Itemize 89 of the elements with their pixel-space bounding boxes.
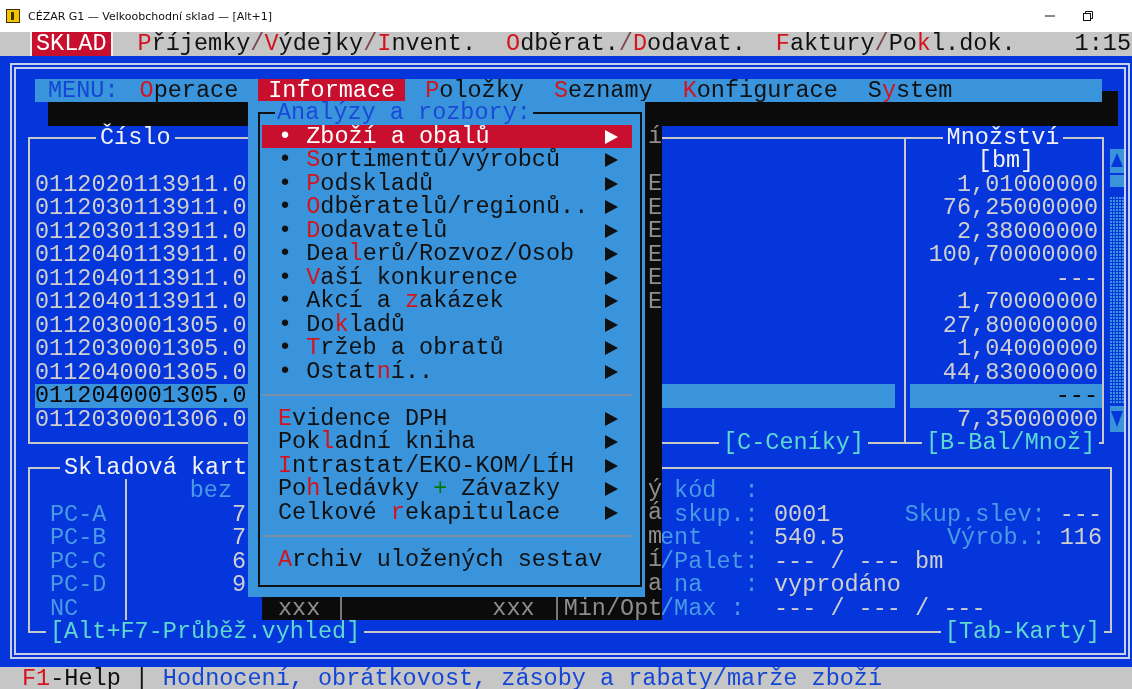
price-value: 7 — [230, 502, 247, 526]
table-cell[interactable]: --- — [910, 266, 1102, 290]
table-cell[interactable]: --- — [910, 384, 1102, 408]
slash-separator: / — [618, 32, 633, 56]
menu-item[interactable]: Konfigurace — [672, 78, 848, 102]
menu-item[interactable]: • Sortimentů/výrobců — [262, 148, 632, 172]
menu-link[interactable]: Příjemky — [137, 32, 251, 56]
field-label: na : — [674, 573, 760, 597]
menu-link[interactable]: Výdejky — [264, 32, 364, 56]
table-cell[interactable]: 44,83000000 — [910, 360, 1102, 384]
menu-item[interactable]: • Dealerů/Rozvoz/Osob — [262, 242, 632, 266]
slash-separator: / — [363, 32, 378, 56]
table-cell[interactable]: 2,38000000 — [910, 219, 1102, 243]
unit-label: [bm] — [977, 149, 1035, 173]
key-label: -Help — [50, 666, 121, 689]
status-hint: Hodnocení, obrátkovost, zásoby a rabaty/marže zboží — [162, 666, 883, 689]
menu-item[interactable]: Informace — [258, 78, 406, 102]
table-cell[interactable]: 76,25000000 — [910, 196, 1102, 220]
menu-item[interactable]: Evidence DPH — [262, 406, 632, 431]
field-value: --- / --- bm — [774, 549, 944, 573]
shadowed-text: í — [648, 123, 663, 150]
menu-item[interactable]: Seznamy — [543, 78, 663, 102]
table-cell[interactable]: 27,80000000 — [910, 313, 1102, 337]
table-cell[interactable]: 1,04000000 — [910, 337, 1102, 361]
menu-item[interactable]: • Podskladů — [262, 171, 632, 196]
table-cell[interactable]: 1,70000000 — [910, 290, 1102, 314]
price-label: PC-C — [30, 549, 127, 573]
slash-separator: / — [250, 32, 265, 56]
column-note: bez — [188, 479, 233, 503]
status-divider: | — [134, 666, 149, 689]
price-value: 7 — [230, 526, 247, 550]
field-label: ent : — [660, 526, 760, 550]
field-value: vyprodáno — [774, 573, 901, 597]
field-value: --- / --- / --- — [774, 596, 986, 620]
menu-item[interactable]: Položky — [415, 78, 534, 102]
menu-item[interactable]: Pohledávky + Závazky — [262, 477, 632, 501]
menu-label: MENU: — [48, 78, 119, 102]
shadowed-text: Min/Opt — [563, 597, 663, 620]
menu-item[interactable]: Celkové rekapitulace — [262, 500, 632, 525]
menu-item[interactable]: Intrastat/EKO-KOM/LÍH — [262, 453, 632, 478]
field-value: 540.5 — [774, 526, 845, 550]
table-cell[interactable]: 1,01000000 — [910, 172, 1102, 196]
restore-icon[interactable] — [1082, 10, 1094, 22]
menu-item[interactable]: • Ostatní.. — [262, 359, 632, 384]
shortcut-hint: [Alt+F7-Průběž.vyhled] — [46, 620, 365, 644]
menu-link[interactable]: Faktury — [775, 32, 875, 56]
menu-item[interactable]: Operace — [129, 78, 249, 102]
menu-item[interactable]: • Vaší konkurence — [262, 265, 632, 290]
menu-item[interactable]: • Zboží a obalů — [262, 124, 632, 149]
field-value: --- — [1059, 502, 1102, 526]
menu-link[interactable]: Pokl.dok. — [888, 32, 1016, 56]
price-value: 9 — [230, 573, 247, 597]
table-cell[interactable]: 7,35000000 — [910, 407, 1102, 431]
field-value: 0001 — [774, 502, 831, 526]
menu-item[interactable]: • Tržeb a obratů — [262, 336, 632, 360]
price-value: 6 — [230, 549, 247, 573]
field-label: Výrob.: — [946, 526, 1046, 550]
menu-item[interactable]: • Dodavatelů — [262, 218, 632, 243]
scrollbar[interactable] — [1110, 148, 1124, 432]
menu-item[interactable]: Archiv uložených sestav — [262, 547, 632, 572]
field-label: skup.: — [673, 502, 760, 526]
menu-title: Analýzy a rozbory: — [275, 101, 533, 125]
shadowed-text: xxx — [492, 597, 535, 620]
slash-separator: / — [874, 32, 889, 56]
shortcut-hint: [B-Bal/Množ] — [922, 431, 1100, 455]
module-label[interactable]: SKLAD — [30, 32, 113, 56]
field-value: 116 — [1059, 526, 1102, 550]
shortcut-hint: [C-Ceníky] — [718, 431, 868, 455]
price-label: PC-A — [30, 502, 127, 526]
window-title: CÉZAR G1 — Velkoobchodní sklad — [Alt+1] — [28, 9, 273, 23]
price-label: PC-D — [30, 573, 127, 597]
clock-time: 1:15 — [1074, 32, 1132, 56]
shadowed-text: xxx — [278, 597, 321, 620]
field-label: /Max : — [660, 596, 746, 620]
field-label: Skup.slev: — [904, 502, 1046, 526]
menu-link[interactable]: Dodavat. — [632, 32, 746, 56]
table-cell[interactable]: 100,70000000 — [910, 243, 1102, 267]
menu-item[interactable]: • Dokladů — [262, 312, 632, 337]
key-hint: F1 — [22, 666, 51, 689]
menu-item[interactable]: • Akcí a zakázek — [262, 289, 632, 313]
price-label: PC-B — [30, 526, 127, 550]
field-label: kód : — [673, 479, 760, 503]
app-icon — [6, 9, 20, 23]
shortcut-hint: [Tab-Karty] — [940, 620, 1104, 644]
field-label: /Palet: — [660, 549, 760, 573]
menu-item[interactable]: System — [857, 78, 963, 102]
menu-link[interactable]: Odběrat. — [506, 32, 619, 56]
menu-link[interactable]: Invent. — [377, 32, 477, 56]
menu-item[interactable]: • Odběratelů/regionů.. — [262, 195, 632, 219]
